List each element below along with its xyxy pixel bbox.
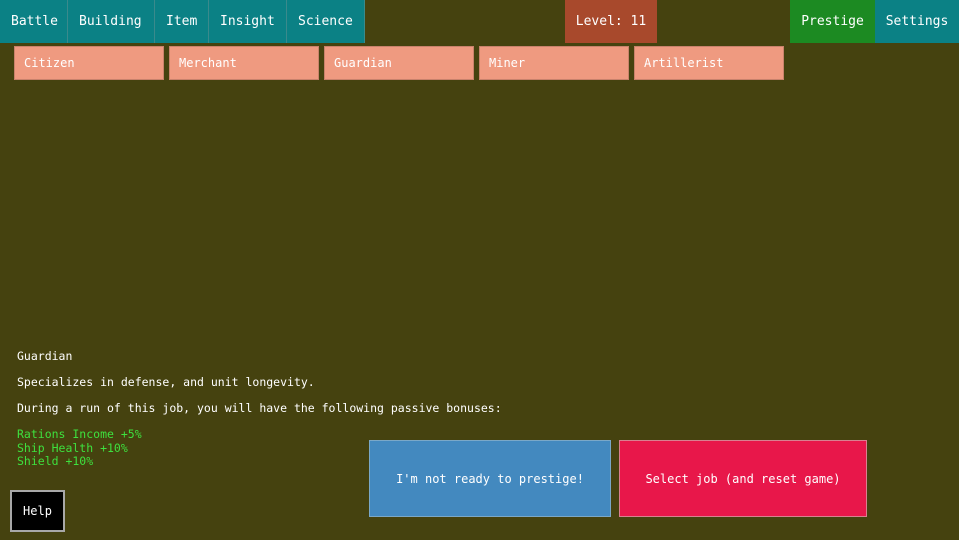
job-title: Guardian (17, 350, 717, 363)
help-button-label: Help (23, 504, 52, 518)
prestige-button-label: Prestige (801, 14, 864, 29)
job-tab-artillerist-label: Artillerist (644, 56, 723, 70)
tab-battle-label: Battle (11, 14, 58, 29)
prestige-button[interactable]: Prestige (790, 0, 875, 43)
tab-science[interactable]: Science (287, 0, 365, 43)
bonus-intro-text: During a run of this job, you will have … (17, 402, 717, 415)
settings-button-label: Settings (886, 14, 949, 29)
bonus-item-ship-health: Ship Health +10% (17, 442, 717, 456)
tab-science-label: Science (298, 14, 353, 29)
help-button[interactable]: Help (10, 490, 65, 532)
job-tab-miner-label: Miner (489, 56, 525, 70)
select-job-reset-game-button[interactable]: Select job (and reset game) (619, 440, 867, 517)
bonus-item-shield: Shield +10% (17, 455, 717, 469)
top-navigation-bar: Battle Building Item Insight Science Lev… (0, 0, 959, 43)
job-tab-miner[interactable]: Miner (479, 46, 629, 80)
bonus-item-rations-income: Rations Income +5% (17, 428, 717, 442)
passive-bonus-list: Rations Income +5% Ship Health +10% Shie… (17, 428, 717, 469)
settings-button[interactable]: Settings (875, 0, 959, 43)
job-tab-merchant[interactable]: Merchant (169, 46, 319, 80)
tab-item[interactable]: Item (155, 0, 209, 43)
not-ready-to-prestige-label: I'm not ready to prestige! (396, 472, 584, 486)
job-tab-merchant-label: Merchant (179, 56, 237, 70)
level-indicator: Level: 11 (565, 0, 657, 43)
tab-building-label: Building (79, 14, 142, 29)
tab-insight-label: Insight (220, 14, 275, 29)
job-selector-row: Citizen Merchant Guardian Miner Artiller… (0, 46, 959, 82)
job-description-panel: Guardian Specializes in defense, and uni… (17, 350, 717, 469)
job-tab-guardian-label: Guardian (334, 56, 392, 70)
job-tab-guardian[interactable]: Guardian (324, 46, 474, 80)
not-ready-to-prestige-button[interactable]: I'm not ready to prestige! (369, 440, 611, 517)
job-summary: Specializes in defense, and unit longevi… (17, 376, 717, 389)
job-tab-citizen[interactable]: Citizen (14, 46, 164, 80)
job-tab-artillerist[interactable]: Artillerist (634, 46, 784, 80)
job-tab-citizen-label: Citizen (24, 56, 75, 70)
select-job-reset-game-label: Select job (and reset game) (645, 472, 840, 486)
level-indicator-label: Level: 11 (576, 14, 646, 29)
tab-insight[interactable]: Insight (209, 0, 287, 43)
tab-building[interactable]: Building (68, 0, 155, 43)
tab-battle[interactable]: Battle (0, 0, 68, 43)
tab-item-label: Item (166, 14, 197, 29)
